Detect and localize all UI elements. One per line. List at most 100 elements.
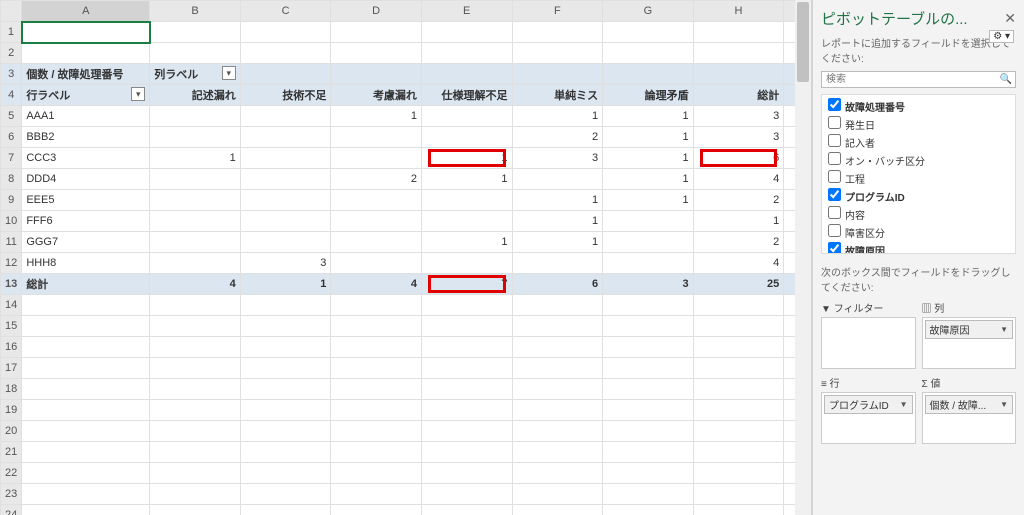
col-header-H[interactable]: H — [693, 1, 784, 22]
pivot-row-label[interactable]: 行ラベル▾ — [22, 85, 150, 106]
cell-r12-c7[interactable] — [603, 253, 694, 274]
row-header-20[interactable]: 20 — [1, 421, 22, 442]
cell-r11-c4[interactable] — [331, 232, 422, 253]
area-values-well[interactable]: 個数 / 故障...▼ — [922, 392, 1017, 444]
row-header-10[interactable]: 10 — [1, 211, 22, 232]
field-search-input[interactable] — [821, 71, 1016, 88]
cell-r5-c6[interactable]: 1 — [512, 106, 603, 127]
cell-r10-c6[interactable]: 1 — [512, 211, 603, 232]
row-header-7[interactable]: 7 — [1, 148, 22, 169]
field-3[interactable]: オン・バッチ区分 — [822, 151, 1015, 169]
row-header-23[interactable]: 23 — [1, 484, 22, 505]
pivot-header-3[interactable]: 仕様理解不足 — [421, 85, 512, 106]
chip-values[interactable]: 個数 / 故障...▼ — [925, 395, 1014, 414]
pivot-row-2[interactable]: CCC3 — [22, 148, 150, 169]
cell-r6-c6[interactable]: 2 — [512, 127, 603, 148]
col-header-C[interactable]: C — [240, 1, 331, 22]
cell-r11-c6[interactable]: 1 — [512, 232, 603, 253]
cell-r6-c2[interactable] — [150, 127, 241, 148]
area-columns-well[interactable]: 故障原因▼ — [922, 317, 1017, 369]
cell-r8-c5[interactable]: 1 — [421, 169, 512, 190]
cell-r5-c5[interactable] — [421, 106, 512, 127]
cell-r9-c5[interactable] — [421, 190, 512, 211]
cell-r9-c7[interactable]: 1 — [603, 190, 694, 211]
pivot-measure[interactable]: 個数 / 故障処理番号 — [22, 64, 150, 85]
total-5[interactable]: 3 — [603, 274, 694, 295]
cell-r5-c3[interactable] — [240, 106, 331, 127]
total-2[interactable]: 4 — [331, 274, 422, 295]
cell-r11-c3[interactable] — [240, 232, 331, 253]
pivot-row-4[interactable]: EEE5 — [22, 190, 150, 211]
field-1[interactable]: 発生日 — [822, 115, 1015, 133]
cell-r12-c8[interactable]: 4 — [693, 253, 784, 274]
vertical-scrollbar[interactable] — [795, 0, 811, 515]
row-header-19[interactable]: 19 — [1, 400, 22, 421]
pivot-row-1[interactable]: BBB2 — [22, 127, 150, 148]
col-header-D[interactable]: D — [331, 1, 422, 22]
pivot-row-0[interactable]: AAA1 — [22, 106, 150, 127]
scrollbar-thumb[interactable] — [797, 2, 809, 82]
cell-r9-c8[interactable]: 2 — [693, 190, 784, 211]
row-header-17[interactable]: 17 — [1, 358, 22, 379]
cell-r7-c7[interactable]: 1 — [603, 148, 694, 169]
row-header-22[interactable]: 22 — [1, 463, 22, 484]
total-0[interactable]: 4 — [150, 274, 241, 295]
col-header-B[interactable]: B — [150, 1, 241, 22]
cell-r6-c8[interactable]: 3 — [693, 127, 784, 148]
cell-r9-c4[interactable] — [331, 190, 422, 211]
field-checkbox-7[interactable] — [828, 224, 841, 237]
cell-r7-c8[interactable]: 6 — [693, 148, 784, 169]
field-7[interactable]: 障害区分 — [822, 223, 1015, 241]
total-4[interactable]: 6 — [512, 274, 603, 295]
row-header-15[interactable]: 15 — [1, 316, 22, 337]
row-header-8[interactable]: 8 — [1, 169, 22, 190]
row-header-24[interactable]: 24 — [1, 505, 22, 515]
total-1[interactable]: 1 — [240, 274, 331, 295]
field-checkbox-1[interactable] — [828, 116, 841, 129]
cell-A1[interactable] — [22, 22, 150, 43]
row-header-16[interactable]: 16 — [1, 337, 22, 358]
row-header-5[interactable]: 5 — [1, 106, 22, 127]
cell-r12-c5[interactable] — [421, 253, 512, 274]
worksheet[interactable]: A B C D E F G H 123個数 / 故障処理番号列ラベル▾4行ラベル… — [0, 0, 812, 515]
cell-r6-c5[interactable] — [421, 127, 512, 148]
cell-r5-c8[interactable]: 3 — [693, 106, 784, 127]
pivot-row-5[interactable]: FFF6 — [22, 211, 150, 232]
col-header-G[interactable]: G — [603, 1, 694, 22]
select-all-corner[interactable] — [1, 1, 22, 22]
cell-r8-c6[interactable] — [512, 169, 603, 190]
pivot-header-0[interactable]: 記述漏れ — [150, 85, 241, 106]
cell-r9-c2[interactable] — [150, 190, 241, 211]
cell-r7-c3[interactable] — [240, 148, 331, 169]
field-2[interactable]: 記入者 — [822, 133, 1015, 151]
cell-r7-c2[interactable]: 1 — [150, 148, 241, 169]
row-header-9[interactable]: 9 — [1, 190, 22, 211]
cell-r6-c7[interactable]: 1 — [603, 127, 694, 148]
cell-r11-c7[interactable] — [603, 232, 694, 253]
row-header-3[interactable]: 3 — [1, 64, 22, 85]
cell-r9-c6[interactable]: 1 — [512, 190, 603, 211]
pivot-col-label[interactable]: 列ラベル▾ — [150, 64, 241, 85]
cell-r5-c2[interactable] — [150, 106, 241, 127]
col-header-E[interactable]: E — [421, 1, 512, 22]
cell-r8-c4[interactable]: 2 — [331, 169, 422, 190]
cell-r12-c6[interactable] — [512, 253, 603, 274]
pivot-total-label[interactable]: 総計 — [22, 274, 150, 295]
field-4[interactable]: 工程 — [822, 169, 1015, 187]
cell-r12-c3[interactable]: 3 — [240, 253, 331, 274]
field-list[interactable]: 故障処理番号発生日記入者オン・バッチ区分工程プログラムID内容障害区分故障原因開… — [821, 94, 1016, 254]
field-checkbox-3[interactable] — [828, 152, 841, 165]
cell-r8-c7[interactable]: 1 — [603, 169, 694, 190]
total-3[interactable]: 7 — [421, 274, 512, 295]
cell-r10-c5[interactable] — [421, 211, 512, 232]
row-header-4[interactable]: 4 — [1, 85, 22, 106]
cell-r12-c4[interactable] — [331, 253, 422, 274]
total-6[interactable]: 25 — [693, 274, 784, 295]
chip-columns[interactable]: 故障原因▼ — [925, 320, 1014, 339]
filter-dropdown-icon[interactable]: ▾ — [131, 87, 145, 101]
area-rows-well[interactable]: プログラムID▼ — [821, 392, 916, 444]
cell-r8-c3[interactable] — [240, 169, 331, 190]
row-header-11[interactable]: 11 — [1, 232, 22, 253]
cell-r12-c2[interactable] — [150, 253, 241, 274]
pivot-header-2[interactable]: 考慮漏れ — [331, 85, 422, 106]
